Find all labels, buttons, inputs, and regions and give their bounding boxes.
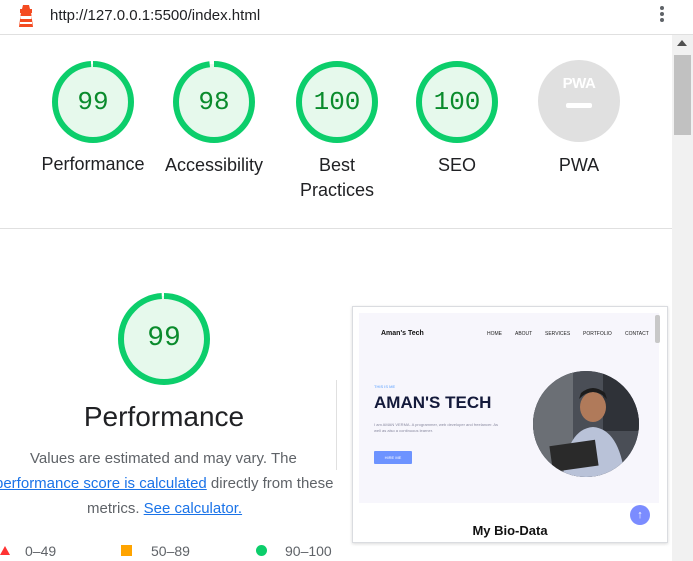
preview-nav-item: ABOUT [515, 331, 533, 337]
pwa-dash [566, 103, 592, 108]
preview-title: AMAN'S TECH [374, 393, 492, 412]
person-illustration [533, 371, 639, 477]
gauge-label-line: Best [318, 155, 356, 175]
preview-subtitle: I am AMAN VERMA. A programmer, web devel… [374, 422, 499, 433]
description-text: metrics. [87, 500, 144, 517]
gauge-seo[interactable]: 100 [415, 60, 499, 144]
lighthouse-icon [19, 5, 33, 27]
see-calculator-link[interactable]: See calculator. [144, 500, 242, 517]
pwa-badge-icon: PWA [562, 75, 596, 92]
gauge-label-line: Practices [299, 180, 375, 200]
preview-nav-item: HOME [487, 331, 502, 337]
section-divider [0, 228, 672, 229]
pass-circle-icon [256, 545, 267, 556]
score-calculation-link[interactable]: performance score is calculated [0, 475, 207, 492]
preview-bio-heading: My Bio-Data [472, 523, 548, 538]
description-line: Values are estimated and may vary. The [30, 450, 297, 467]
preview-nav-item: PORTFOLIO [583, 331, 612, 337]
performance-gauge-large: 99 [117, 292, 211, 386]
gauge-score: 99 [147, 323, 181, 354]
gauge-label-seo[interactable]: SEO [392, 153, 522, 178]
scroll-up-arrow[interactable] [677, 40, 687, 46]
gauge-score: 99 [77, 87, 109, 117]
gauge-label-best-practices[interactable]: Best Practices [272, 153, 402, 203]
description-line: metrics. See calculator. [87, 496, 242, 521]
url-text[interactable]: http://127.0.0.1:5500/index.html [50, 7, 260, 24]
preview-hire-button: HIRE ME [374, 451, 412, 464]
legend-average-range: 50–89 [151, 543, 190, 559]
preview-scrollbar [655, 315, 660, 343]
gauge-score: 100 [313, 87, 361, 117]
vertical-divider [336, 380, 337, 470]
fail-triangle-icon [0, 546, 10, 555]
kebab-menu-icon[interactable] [654, 4, 670, 28]
preview-button-label: HIRE ME [384, 455, 402, 460]
preview-nav-item: SERVICES [545, 331, 571, 337]
preview-brand: Aman's Tech [381, 330, 424, 337]
gauge-label-performance[interactable]: Performance [28, 152, 158, 177]
description-line: performance score is calculated directly… [0, 471, 333, 496]
preview-tag: THIS IS ME [374, 384, 396, 389]
address-bar: http://127.0.0.1:5500/index.html [0, 0, 693, 35]
preview-nav-item: CONTACT [625, 331, 649, 337]
preview-hero: Aman's Tech HOME ABOUT SERVICES PORTFOLI… [359, 313, 659, 503]
gauge-score: 100 [433, 87, 481, 117]
gauge-best-practices[interactable]: 100 [295, 60, 379, 144]
description-text: directly from these [206, 475, 334, 492]
page-screenshot-preview[interactable]: Aman's Tech HOME ABOUT SERVICES PORTFOLI… [352, 306, 668, 543]
gauge-performance[interactable]: 99 [51, 60, 135, 144]
gauge-score: 98 [198, 87, 230, 117]
gauge-label-accessibility[interactable]: Accessibility [149, 153, 279, 178]
gauge-accessibility[interactable]: 98 [172, 60, 256, 144]
scrollbar-thumb[interactable] [674, 55, 691, 135]
average-square-icon [121, 545, 132, 556]
performance-title: Performance [83, 401, 245, 432]
arrow-up-icon: ↑ [630, 505, 650, 525]
profile-photo [533, 371, 639, 477]
legend-pass-range: 90–100 [285, 543, 332, 559]
gauge-label-pwa[interactable]: PWA [514, 153, 644, 178]
legend-fail-range: 0–49 [25, 543, 57, 559]
gauge-pwa[interactable]: PWA [538, 60, 620, 142]
